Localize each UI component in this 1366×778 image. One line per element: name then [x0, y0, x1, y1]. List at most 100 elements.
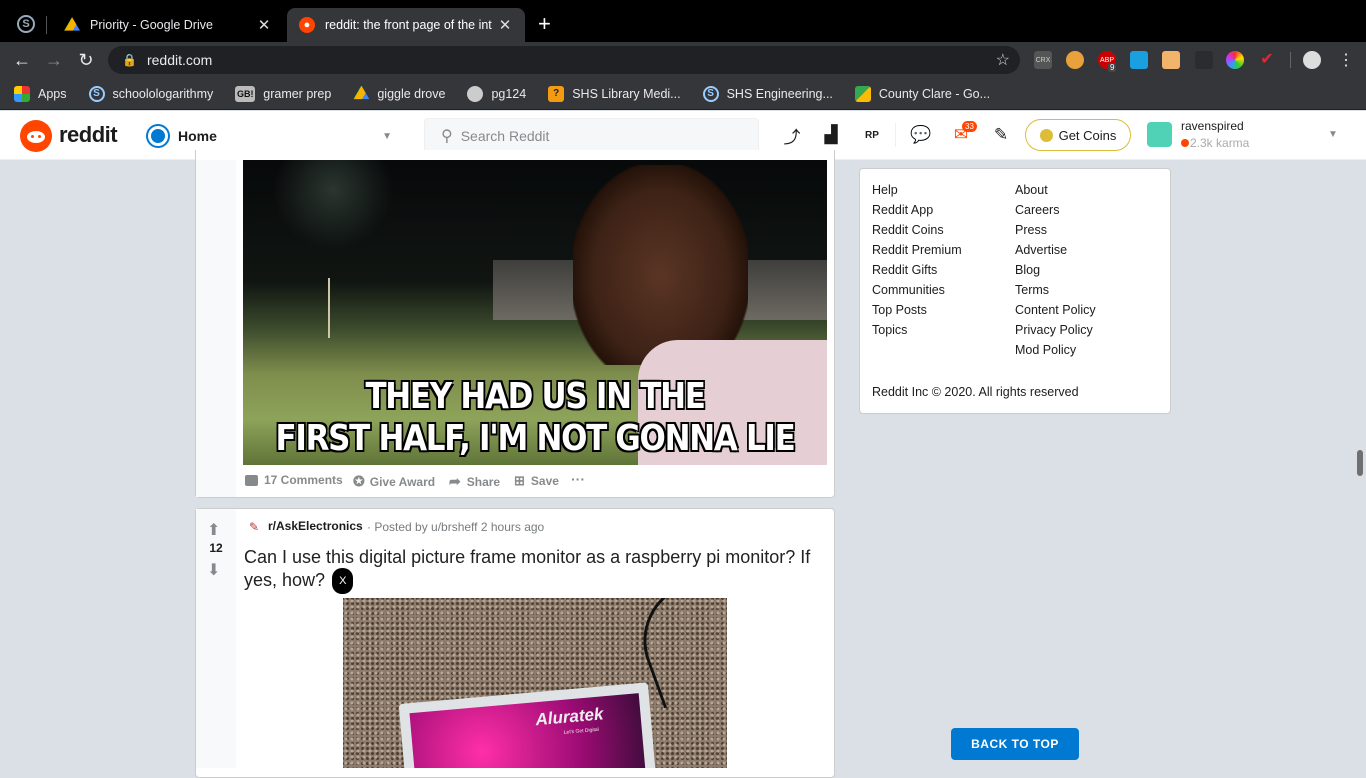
- comments-button[interactable]: 17 Comments: [245, 473, 343, 487]
- extension-owl-icon[interactable]: [1066, 51, 1084, 69]
- mail-badge: 33: [962, 121, 977, 132]
- tab-title: reddit: the front page of the int: [325, 18, 492, 32]
- picture-frame: Aluratek Let's Get Digital: [398, 682, 658, 768]
- profile-avatar-icon[interactable]: [1303, 51, 1321, 69]
- tab-search-icon[interactable]: S: [17, 15, 35, 33]
- trending-icon[interactable]: ⤴: [781, 124, 803, 147]
- footer-link-terms[interactable]: Terms: [1015, 283, 1049, 297]
- give-award-button[interactable]: ✪ Give Award: [353, 473, 435, 490]
- bookmark-star-icon[interactable]: ☆: [996, 50, 1010, 70]
- footer-link-help[interactable]: Help: [872, 183, 898, 197]
- apps-grid-icon: [14, 85, 30, 102]
- subreddit-icon[interactable]: ✎: [246, 519, 262, 535]
- extension-crx-icon[interactable]: CRX: [1034, 51, 1052, 69]
- search-placeholder: Search Reddit: [460, 128, 550, 144]
- username: ravenspired: [1181, 119, 1244, 133]
- chat-icon[interactable]: 💬: [910, 124, 932, 146]
- award-icon: ✪: [353, 473, 365, 489]
- bookmark-county-clare[interactable]: County Clare - Go...: [854, 85, 990, 102]
- extension-color-icon[interactable]: [1226, 51, 1244, 69]
- footer-link-reddit-app[interactable]: Reddit App: [872, 203, 933, 217]
- avatar: [1147, 122, 1172, 147]
- upvote-icon[interactable]: ⬆: [207, 520, 220, 540]
- footer-link-communities[interactable]: Communities: [872, 283, 945, 297]
- extension-pen-icon[interactable]: ✔: [1258, 51, 1276, 69]
- footer-link-advertise[interactable]: Advertise: [1015, 243, 1067, 257]
- score: 12: [209, 541, 223, 555]
- bookmark-gramer-prep[interactable]: GB! gramer prep: [235, 85, 331, 102]
- bookmark-giggle-drove[interactable]: giggle drove: [353, 85, 445, 102]
- footer-link-topics[interactable]: Topics: [872, 323, 907, 337]
- back-arrow-icon[interactable]: ←: [10, 48, 34, 72]
- rpan-icon[interactable]: RP: [861, 124, 883, 146]
- tab-google-drive[interactable]: Priority - Google Drive ✕: [52, 8, 284, 42]
- bookmark-shs-engineering[interactable]: S SHS Engineering...: [702, 85, 833, 102]
- back-to-top-button[interactable]: BACK TO TOP: [951, 728, 1079, 760]
- goalpost: [328, 278, 330, 338]
- tab-reddit[interactable]: ● reddit: the front page of the int ✕: [287, 8, 525, 42]
- user-menu[interactable]: ravenspired 2.3k karma ▼: [1147, 117, 1347, 155]
- footer-link-content-policy[interactable]: Content Policy: [1015, 303, 1096, 317]
- footer-link-mod-policy[interactable]: Mod Policy: [1015, 343, 1076, 357]
- extension-check-icon[interactable]: [1130, 51, 1148, 69]
- feed-selector[interactable]: Home ▼: [148, 120, 396, 152]
- karma-icon: [1181, 139, 1189, 147]
- footer-link-privacy-policy[interactable]: Privacy Policy: [1015, 323, 1093, 337]
- post-title[interactable]: Can I use this digital picture frame mon…: [244, 546, 829, 594]
- post-image[interactable]: Aluratek Let's Get Digital: [343, 598, 727, 768]
- meme-caption-line2: FIRST HALF, I'M NOT GONNA LIE: [275, 418, 795, 459]
- google-drive-icon: [353, 85, 370, 100]
- footer-link-about[interactable]: About: [1015, 183, 1048, 197]
- bookmark-schoology[interactable]: S schoolologarithmy: [88, 85, 213, 102]
- tab-close-icon[interactable]: ✕: [256, 16, 272, 34]
- share-button[interactable]: ➦ Share: [449, 473, 500, 490]
- forward-arrow-icon[interactable]: →: [42, 48, 66, 72]
- footer-link-reddit-premium[interactable]: Reddit Premium: [872, 243, 962, 257]
- extension-leaf-icon[interactable]: [1195, 51, 1213, 69]
- bookmark-apps[interactable]: Apps: [14, 85, 67, 102]
- flair-badge[interactable]: X: [332, 568, 354, 594]
- share-icon: ➦: [449, 473, 461, 489]
- library-icon: ?: [548, 85, 565, 102]
- home-icon: [148, 126, 168, 146]
- save-button[interactable]: ⊞ Save: [514, 473, 559, 489]
- vote-column: [196, 160, 236, 497]
- post-image[interactable]: THEY HAD US IN THE FIRST HALF, I'M NOT G…: [243, 160, 827, 465]
- footer-link-reddit-coins[interactable]: Reddit Coins: [872, 223, 944, 237]
- browser-menu-icon[interactable]: ⋮: [1334, 48, 1358, 72]
- footer-link-press[interactable]: Press: [1015, 223, 1047, 237]
- footer-link-top-posts[interactable]: Top Posts: [872, 303, 927, 317]
- bookmark-pg124[interactable]: pg124: [467, 85, 526, 102]
- copyright: Reddit Inc © 2020. All rights reserved: [872, 385, 1079, 399]
- leaderboard-icon[interactable]: ▟: [820, 124, 842, 146]
- new-tab-button[interactable]: +: [538, 11, 551, 37]
- create-post-icon[interactable]: ✎: [990, 124, 1012, 146]
- header-separator: [895, 123, 896, 147]
- footer-link-blog[interactable]: Blog: [1015, 263, 1040, 277]
- extension-box-icon[interactable]: [1162, 51, 1180, 69]
- meme-caption-line1: THEY HAD US IN THE: [365, 376, 705, 417]
- browser-toolbar: ← → ↻ 🔒 reddit.com ☆ CRX ABP 9 ✔ ⋮: [0, 42, 1366, 78]
- reddit-wordmark[interactable]: reddit: [59, 122, 118, 148]
- reload-icon[interactable]: ↻: [74, 48, 98, 72]
- posted-by[interactable]: · Posted by u/brsheff 2 hours ago: [367, 520, 544, 534]
- tab-separator: [46, 16, 47, 34]
- reddit-logo-icon[interactable]: [20, 120, 52, 152]
- tab-close-icon[interactable]: ✕: [497, 16, 513, 34]
- downvote-icon[interactable]: ⬇: [207, 560, 220, 580]
- url-text: reddit.com: [146, 52, 213, 68]
- globe-icon: [467, 85, 484, 102]
- scrollbar-thumb[interactable]: [1357, 450, 1363, 476]
- address-bar[interactable]: 🔒 reddit.com ☆: [108, 46, 1020, 74]
- search-input[interactable]: ⚲ Search Reddit: [424, 118, 759, 154]
- extension-badge: 9: [1108, 63, 1117, 72]
- footer-link-careers[interactable]: Careers: [1015, 203, 1059, 217]
- subreddit-link[interactable]: r/AskElectronics: [268, 519, 363, 533]
- save-icon: ⊞: [514, 473, 525, 488]
- get-coins-button[interactable]: Get Coins: [1025, 119, 1131, 151]
- karma: 2.3k karma: [1190, 136, 1250, 150]
- more-options-icon[interactable]: ···: [571, 471, 585, 487]
- bookmarks-bar: Apps S schoolologarithmy GB! gramer prep…: [0, 78, 1366, 110]
- footer-link-reddit-gifts[interactable]: Reddit Gifts: [872, 263, 937, 277]
- bookmark-shs-library[interactable]: ? SHS Library Medi...: [548, 85, 681, 102]
